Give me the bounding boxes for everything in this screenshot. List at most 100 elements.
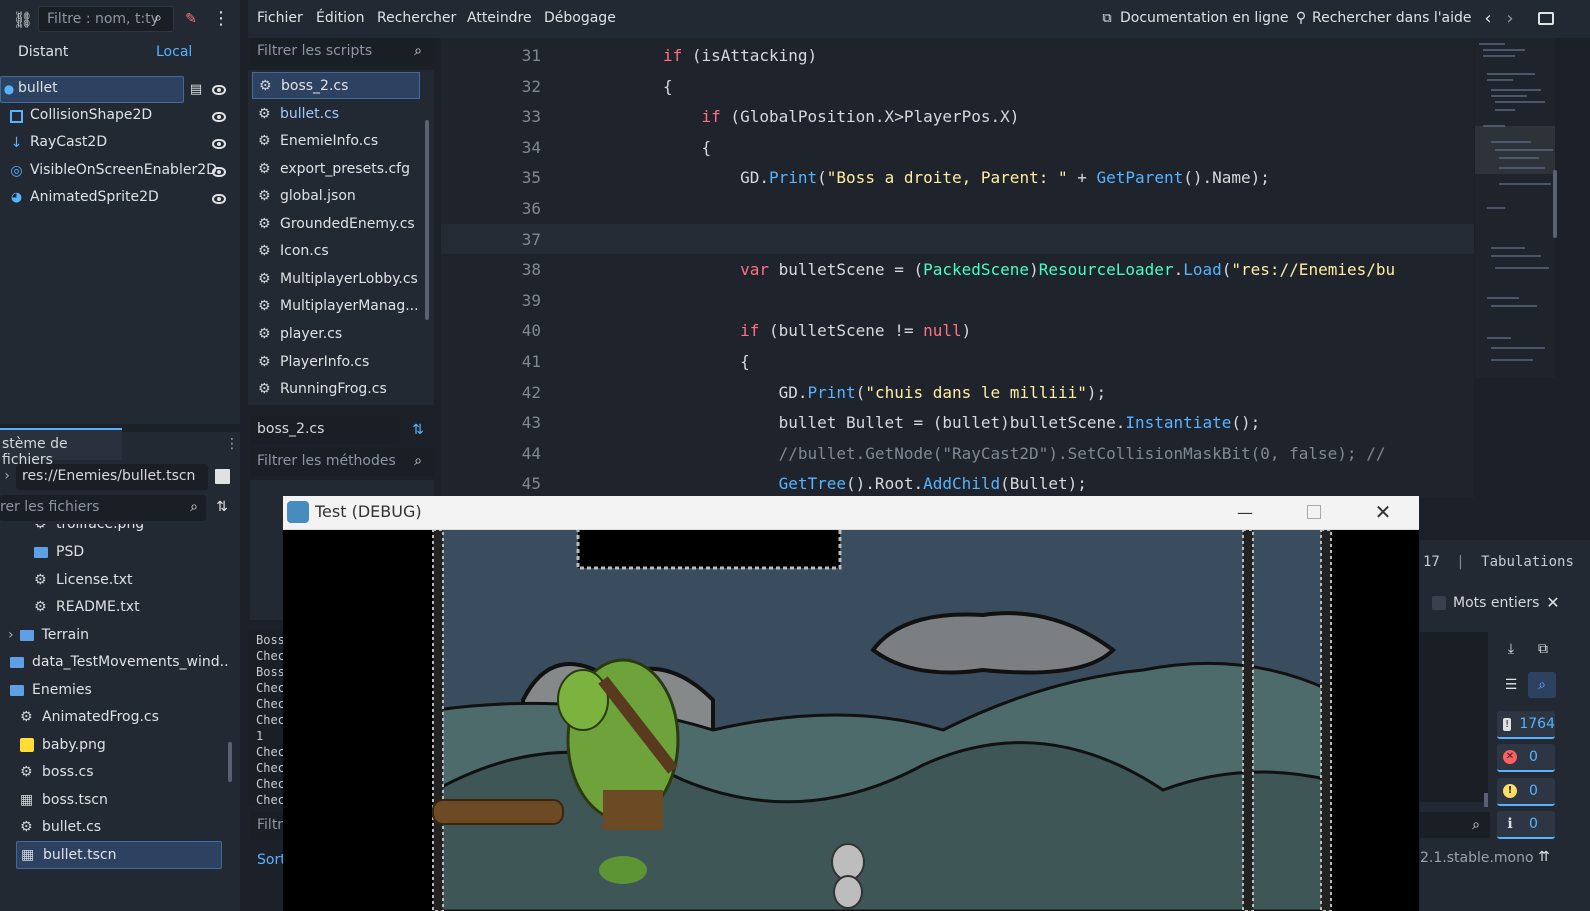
visibility-eye-icon[interactable] xyxy=(212,194,226,204)
folder-item-psd[interactable]: PSD xyxy=(34,538,84,566)
script-item[interactable]: ⚙ boss_2.cs xyxy=(252,72,420,99)
distraction-free-icon[interactable] xyxy=(1538,12,1554,25)
file-item-animatedfrog[interactable]: ⚙ AnimatedFrog.cs xyxy=(20,703,159,731)
code-line[interactable]: 45 GetTree().Root.AddChild(Bullet); xyxy=(441,469,1474,499)
script-item[interactable]: ⚙ RunningFrog.cs xyxy=(252,375,420,402)
path-field[interactable]: res://Enemies/bullet.tscn xyxy=(16,464,208,490)
method-filter-input[interactable]: Filtrer les méthodes xyxy=(250,448,434,476)
script-item[interactable]: ⚙ player.cs xyxy=(252,320,420,347)
menu-rechercher[interactable]: Rechercher xyxy=(377,10,456,26)
maximize-icon[interactable] xyxy=(1307,505,1321,519)
search-toggle-icon[interactable]: ⌕ xyxy=(1528,672,1556,698)
visibility-eye-icon[interactable] xyxy=(212,85,226,95)
scene-node-visibleonscreenenabler2d[interactable]: ◎ VisibleOnScreenEnabler2D xyxy=(0,158,240,185)
menu-debogage[interactable]: Débogage xyxy=(544,10,616,26)
debug-game-window[interactable]: Test (DEBUG) — ✕ xyxy=(283,496,1419,911)
script-item[interactable]: ⚙ GroundedEnemy.cs xyxy=(252,210,420,237)
menu-fichier[interactable]: Fichier xyxy=(257,10,303,26)
code-minimap[interactable] xyxy=(1475,38,1555,378)
scene-node-bullet[interactable]: ● bullet ▤ xyxy=(0,76,240,103)
visibility-eye-icon[interactable] xyxy=(212,167,226,177)
sort-icon[interactable]: ⇅ xyxy=(410,420,426,440)
menu-atteindre[interactable]: Atteindre xyxy=(467,10,532,26)
tab-distant[interactable]: Distant xyxy=(18,44,68,60)
code-line[interactable]: 39 xyxy=(441,286,1474,316)
file-item-trollface[interactable]: ⚙ trollface.png xyxy=(34,524,144,538)
scene-node-animatedsprite2d[interactable]: ◕ AnimatedSprite2D xyxy=(0,185,240,212)
script-item[interactable]: ⚙ EnemieInfo.cs xyxy=(252,127,420,154)
file-item-boss-cs[interactable]: ⚙ boss.cs xyxy=(20,758,93,786)
sort-icon[interactable]: ⇅ xyxy=(214,498,230,516)
folder-item-terrain[interactable]: › Terrain xyxy=(8,621,89,649)
kebab-menu-icon[interactable]: ⋮ xyxy=(212,8,230,29)
minimap-scrollbar[interactable] xyxy=(1553,170,1557,238)
script-list-scrollbar[interactable] xyxy=(425,120,429,320)
game-viewport[interactable] xyxy=(283,530,1419,911)
chevron-left-icon[interactable]: ‹ xyxy=(1481,8,1495,29)
script-item[interactable]: ⚙ bullet.cs xyxy=(252,100,420,127)
filesystem-tab[interactable]: stème de fichiers xyxy=(0,428,122,468)
file-item-bullet-cs[interactable]: ⚙ bullet.cs xyxy=(20,813,101,841)
visibility-eye-icon[interactable] xyxy=(212,112,226,122)
chevron-right-icon[interactable]: › xyxy=(1503,8,1517,29)
script-filter-input[interactable]: Filtrer les scripts xyxy=(250,38,434,66)
indent-mode[interactable]: Tabulations xyxy=(1481,554,1574,570)
code-line[interactable]: 42 GD.Print("chuis dans le milliii"); xyxy=(441,378,1474,408)
scene-node-raycast2d[interactable]: ↓ RayCast2D xyxy=(0,130,240,157)
close-icon[interactable]: ✕ xyxy=(1545,593,1561,612)
search-help-link[interactable]: Rechercher dans l'aide xyxy=(1312,10,1472,26)
script-attach-icon[interactable]: ✎ xyxy=(182,10,200,28)
link-icon[interactable]: ⛓ xyxy=(13,10,33,29)
script-item[interactable]: ⚙ PlayerInfo.cs xyxy=(252,348,420,375)
copy-icon[interactable]: ⧉ xyxy=(1534,640,1552,658)
script-item[interactable]: ⚙ Icon.cs xyxy=(252,237,420,264)
chevron-right-icon[interactable]: › xyxy=(2,468,12,484)
collapse-icon[interactable]: ☰ xyxy=(1502,676,1520,694)
download-icon[interactable]: ⤓ xyxy=(1502,640,1520,658)
close-icon[interactable]: ✕ xyxy=(1371,500,1395,524)
output-scrollbar[interactable] xyxy=(1484,793,1488,807)
code-line[interactable]: 36 xyxy=(441,194,1474,224)
split-view-icon[interactable] xyxy=(215,469,230,484)
info-filter-button[interactable]: ℹ 0 xyxy=(1497,811,1555,839)
kebab-menu-icon[interactable]: ⋮ xyxy=(225,434,239,454)
code-line[interactable]: 38 var bulletScene = (PackedScene)Resour… xyxy=(441,255,1474,285)
file-filter-input[interactable]: rer les fichiers xyxy=(0,495,206,521)
folder-item-data[interactable]: data_TestMovements_wind... xyxy=(10,648,230,676)
warnings-filter-button[interactable]: ! 0 xyxy=(1497,778,1555,806)
minimize-icon[interactable]: — xyxy=(1233,502,1257,522)
menu-edition[interactable]: Édition xyxy=(316,10,364,26)
scene-node-collisionshape2d[interactable]: CollisionShape2D xyxy=(0,103,240,130)
tab-local[interactable]: Local xyxy=(156,44,192,60)
script-icon[interactable]: ▤ xyxy=(189,81,203,97)
code-line[interactable]: 35 GD.Print("Boss a droite, Parent: " + … xyxy=(441,163,1474,193)
code-line[interactable]: 43 bullet Bullet = (bullet)bulletScene.I… xyxy=(441,408,1474,438)
code-line[interactable]: 33 if (GlobalPosition.X>PlayerPos.X) xyxy=(441,102,1474,132)
script-item[interactable]: ⚙ MultiplayerManag... xyxy=(252,292,420,319)
code-line[interactable]: 40 if (bulletScene != null) xyxy=(441,316,1474,346)
code-line[interactable]: 44 //bullet.GetNode("RayCast2D").SetColl… xyxy=(441,439,1474,469)
code-line[interactable]: 31 if (isAttacking) xyxy=(441,41,1474,71)
whole-words-checkbox[interactable] xyxy=(1432,596,1446,610)
script-item[interactable]: ⚙ MultiplayerLobby.cs xyxy=(252,265,420,292)
script-item[interactable]: ⚙ export_presets.cfg xyxy=(252,155,420,182)
folder-item-enemies[interactable]: Enemies xyxy=(10,676,92,704)
online-docs-link[interactable]: Documentation en ligne xyxy=(1120,10,1288,26)
script-item[interactable]: ⚙ global.json xyxy=(252,182,420,209)
code-editor[interactable]: 31 if (isAttacking) 32 {33 if (GlobalPositi… xyxy=(441,38,1555,499)
file-item-baby[interactable]: baby.png xyxy=(20,731,106,759)
pin-icon[interactable]: ⇈ xyxy=(1536,848,1552,866)
code-line[interactable]: 32 { xyxy=(441,72,1474,102)
code-line[interactable]: 34 { xyxy=(441,133,1474,163)
file-item-bullet-tscn[interactable]: ▦ bullet.tscn xyxy=(16,841,222,869)
messages-filter-button[interactable]: ! 1764 xyxy=(1497,711,1555,739)
file-item-boss-tscn[interactable]: ▦ boss.tscn xyxy=(20,786,108,814)
visibility-eye-icon[interactable] xyxy=(212,139,226,149)
errors-filter-button[interactable]: ✕ 0 xyxy=(1497,744,1555,772)
file-item-license[interactable]: ⚙ License.txt xyxy=(34,566,133,594)
file-item-readme[interactable]: ⚙ README.txt xyxy=(34,593,140,621)
code-line[interactable]: 37 xyxy=(441,225,1474,255)
debug-window-titlebar[interactable]: Test (DEBUG) — ✕ xyxy=(283,496,1419,530)
file-tree-scrollbar[interactable] xyxy=(228,742,232,782)
code-line[interactable]: 41 { xyxy=(441,347,1474,377)
